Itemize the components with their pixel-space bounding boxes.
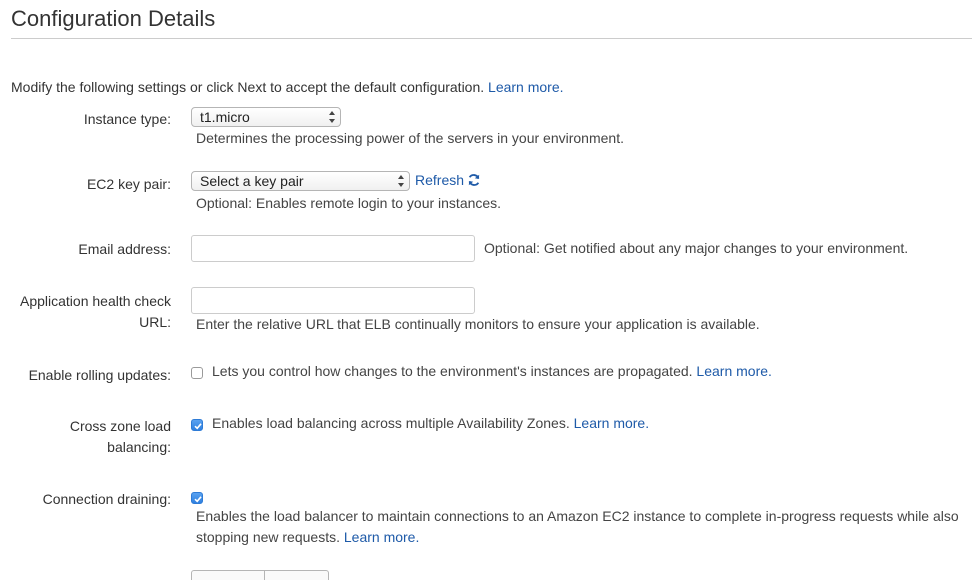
key-pair-label: EC2 key pair: [86, 176, 171, 192]
rolling-updates-checkbox[interactable] [191, 367, 203, 379]
connection-draining-learn-more-link[interactable]: Learn more. [344, 529, 419, 545]
rolling-updates-learn-more-link[interactable]: Learn more. [696, 363, 771, 379]
instance-type-help: Determines the processing power of the s… [196, 130, 624, 146]
checkmark-icon [194, 423, 202, 430]
cross-zone-learn-more-link[interactable]: Learn more. [574, 415, 649, 431]
refresh-key-pairs-link[interactable]: Refresh [415, 172, 481, 188]
connection-draining-help-line1: Enables the load balancer to maintain co… [196, 508, 959, 524]
cross-zone-label-line1: Cross zone load [69, 418, 171, 434]
intro-learn-more-link[interactable]: Learn more. [488, 79, 563, 95]
rolling-updates-help-text: Lets you control how changes to the envi… [212, 363, 693, 379]
cross-zone-checkbox[interactable] [191, 419, 203, 431]
email-field[interactable] [191, 235, 475, 262]
connection-draining-help-line2: stopping new requests. [196, 529, 340, 545]
instance-type-select[interactable]: t1.micro [191, 107, 341, 127]
next-row-partial [0, 566, 972, 580]
email-help: Optional: Get notified about any major c… [484, 240, 909, 256]
health-check-label: Application health check URL: [20, 291, 171, 333]
key-pair-select[interactable]: Select a key pair [191, 171, 410, 191]
checkmark-icon [194, 496, 202, 503]
cross-zone-label: Cross zone load balancing: [70, 416, 171, 458]
health-check-label-line1: Application health check [20, 293, 171, 309]
refresh-icon [468, 174, 480, 186]
cross-zone-help: Enables load balancing across multiple A… [212, 413, 649, 434]
select-arrows-icon [398, 175, 404, 187]
email-label: Email address: [78, 241, 171, 257]
health-check-url-field[interactable] [191, 287, 475, 314]
cross-zone-help-text: Enables load balancing across multiple A… [212, 415, 570, 431]
health-check-help: Enter the relative URL that ELB continua… [196, 316, 760, 332]
next-row-control[interactable] [191, 570, 329, 580]
health-check-label-line2: URL: [139, 314, 171, 330]
instance-type-value: t1.micro [200, 109, 250, 125]
connection-draining-help: Enables the load balancer to maintain co… [196, 506, 959, 548]
title-divider [11, 38, 972, 39]
select-arrows-icon [329, 111, 335, 123]
connection-draining-label: Connection draining: [42, 491, 171, 507]
refresh-label: Refresh [415, 172, 465, 188]
intro-message: Modify the following settings or click N… [11, 79, 485, 95]
rolling-updates-label: Enable rolling updates: [28, 367, 171, 383]
connection-draining-checkbox[interactable] [191, 492, 203, 504]
next-row-divider [264, 571, 265, 580]
connection-draining-help-line2-wrap: stopping new requests. Learn more. [196, 527, 959, 548]
page-title: Configuration Details [11, 6, 216, 31]
key-pair-help: Optional: Enables remote login to your i… [196, 195, 502, 211]
rolling-updates-help: Lets you control how changes to the envi… [212, 361, 772, 382]
intro-text: Modify the following settings or click N… [11, 79, 564, 95]
instance-type-label: Instance type: [83, 111, 171, 127]
key-pair-value: Select a key pair [200, 173, 304, 189]
cross-zone-label-line2: balancing: [107, 439, 171, 455]
